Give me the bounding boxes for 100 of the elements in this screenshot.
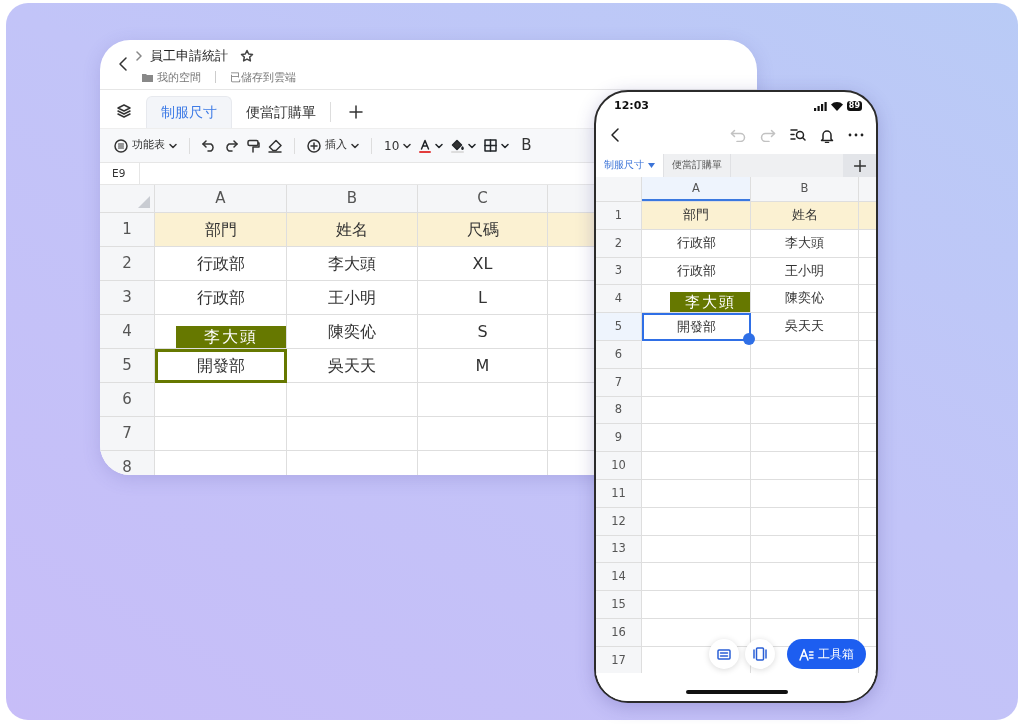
row-header[interactable]: 8 — [596, 396, 642, 425]
keyboard-button[interactable] — [709, 639, 739, 669]
table-cell: 李大頭 — [751, 229, 859, 258]
font-color-button[interactable] — [419, 138, 444, 153]
eraser-icon[interactable] — [268, 138, 282, 153]
corner-cell[interactable] — [100, 185, 155, 213]
caret-icon[interactable] — [468, 142, 477, 149]
caret-icon[interactable] — [351, 142, 359, 149]
redo-icon[interactable] — [224, 139, 238, 152]
wifi-icon — [830, 101, 843, 111]
column-header[interactable]: A — [642, 177, 751, 202]
table-cell: 姓名 — [287, 213, 418, 247]
collaborator-label: 李大頭 — [670, 292, 750, 313]
keyboard-icon — [717, 648, 731, 660]
row-header[interactable]: 16 — [596, 618, 642, 647]
column-header[interactable]: B — [287, 185, 418, 213]
search-icon[interactable] — [790, 128, 806, 142]
row-header[interactable]: 11 — [596, 479, 642, 508]
format-painter-icon[interactable] — [246, 138, 260, 153]
table-cell: 王小明 — [751, 257, 859, 286]
sheet-tab[interactable]: 制服尺寸 — [146, 96, 232, 128]
caret-icon[interactable] — [435, 142, 444, 149]
font-size-dropdown[interactable]: 10 — [384, 136, 412, 155]
undo-icon[interactable] — [202, 139, 216, 152]
table-cell: 開發部 — [155, 349, 287, 383]
caret-icon[interactable] — [403, 142, 412, 149]
row-header[interactable]: 14 — [596, 563, 642, 592]
status-time: 12:03 — [614, 97, 649, 114]
toolbox-button[interactable]: 工具箱 — [787, 639, 866, 669]
column-header[interactable]: A — [155, 185, 287, 213]
table-cell: 行政部 — [642, 257, 751, 286]
borders-icon — [484, 139, 498, 152]
column-header[interactable]: C — [418, 185, 548, 213]
layers-icon[interactable] — [116, 103, 132, 119]
table-cell: 王小明 — [287, 281, 418, 315]
save-status: 已儲存到雲端 — [230, 69, 296, 85]
add-sheet-button[interactable] — [843, 154, 876, 177]
table-cell: 吳天天 — [287, 349, 418, 383]
table-cell: XL — [418, 247, 548, 281]
column-header[interactable]: B — [751, 177, 859, 202]
row-header[interactable]: 4 — [596, 285, 642, 314]
selection-handle[interactable] — [743, 333, 755, 345]
row-header[interactable]: 2 — [596, 229, 642, 258]
row-header[interactable]: 4 — [100, 315, 155, 349]
menu-icon — [114, 138, 128, 153]
panel-button[interactable] — [745, 639, 775, 669]
table-cell: 部門 — [155, 213, 287, 247]
row-header[interactable]: 5 — [100, 349, 155, 383]
row-header[interactable]: 3 — [596, 257, 642, 286]
row-header[interactable]: 3 — [100, 281, 155, 315]
star-icon[interactable] — [240, 48, 254, 63]
row-header[interactable]: 1 — [596, 202, 642, 230]
row-header[interactable]: 6 — [100, 383, 155, 417]
font-color-icon — [419, 138, 432, 153]
table-cell: 陳奕伈 — [751, 285, 859, 314]
row-header[interactable]: 13 — [596, 535, 642, 564]
chevron-icon — [136, 50, 142, 61]
folder-name[interactable]: 我的空間 — [157, 69, 201, 86]
corner-cell[interactable] — [596, 177, 642, 202]
table-cell — [548, 213, 594, 247]
table-cell: 尺碼 — [418, 213, 548, 247]
row-header[interactable]: 12 — [596, 507, 642, 536]
row-header[interactable]: 9 — [596, 424, 642, 453]
paint-bucket-icon — [451, 138, 465, 153]
table-cell: 李大頭 — [287, 247, 418, 281]
back-icon[interactable] — [610, 127, 620, 143]
row-header[interactable]: 15 — [596, 591, 642, 619]
row-header[interactable]: 1 — [100, 213, 155, 247]
row-header[interactable]: 7 — [100, 417, 155, 451]
more-icon[interactable] — [848, 133, 864, 137]
text-format-icon — [799, 647, 814, 661]
folder-icon — [142, 72, 153, 82]
row-header[interactable]: 5 — [596, 313, 642, 341]
caret-icon[interactable] — [501, 142, 510, 149]
bold-button[interactable]: B — [521, 134, 532, 157]
document-title: 員工申請統計 — [150, 47, 228, 65]
table-cell: M — [418, 349, 548, 383]
row-header[interactable]: 7 — [596, 368, 642, 397]
collaborator-label: 李大頭 — [176, 326, 286, 348]
signal-icon — [813, 101, 827, 111]
add-sheet-icon[interactable] — [349, 105, 363, 119]
bell-icon[interactable] — [820, 127, 834, 143]
sheet-tab[interactable]: 便當訂購單 — [232, 96, 330, 128]
battery-indicator: 89 — [846, 101, 862, 111]
sheet-tab[interactable]: 制服尺寸 — [596, 154, 664, 177]
caret-icon[interactable] — [169, 142, 177, 149]
row-header[interactable]: 6 — [596, 341, 642, 369]
row-header[interactable]: 17 — [596, 646, 642, 675]
menu-button[interactable]: 功能表 — [114, 137, 177, 154]
table-cell: 行政部 — [155, 281, 287, 315]
borders-button[interactable] — [484, 139, 510, 152]
row-header[interactable]: 2 — [100, 247, 155, 281]
table-cell: S — [418, 315, 548, 349]
table-cell — [859, 202, 876, 230]
table-cell: 姓名 — [751, 202, 859, 230]
back-icon[interactable] — [118, 56, 128, 72]
insert-button[interactable]: 插入 — [307, 137, 359, 154]
fill-color-button[interactable] — [451, 138, 477, 153]
row-header[interactable]: 10 — [596, 452, 642, 480]
panel-icon — [753, 647, 767, 661]
